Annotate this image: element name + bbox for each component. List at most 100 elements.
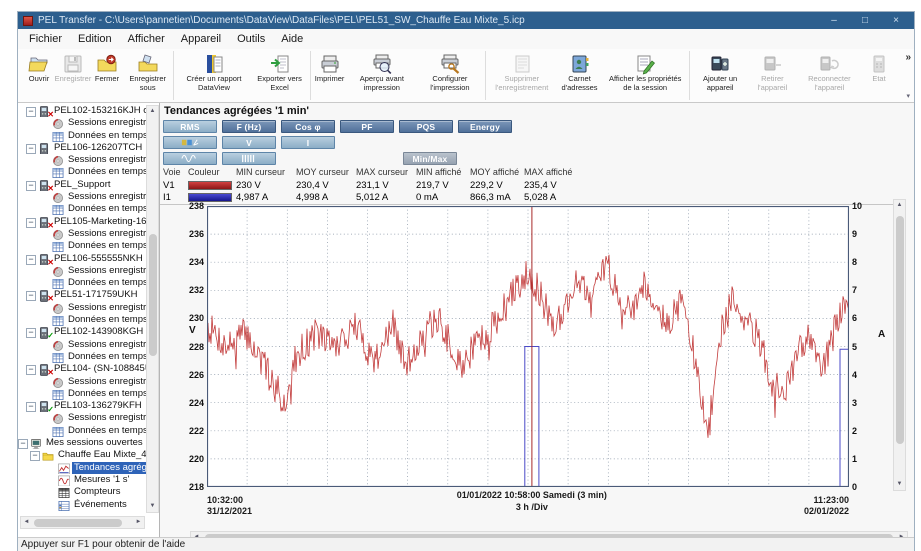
view-button-v[interactable]: V [222, 136, 276, 149]
toolbar-button-carnet-d-adresses[interactable]: Carnet d'adresses [556, 51, 603, 93]
toolbar-button-ouvrir[interactable]: Ouvrir [22, 51, 56, 85]
view-button-rms[interactable]: RMS [163, 120, 217, 133]
menu-outils[interactable]: Outils [229, 31, 273, 47]
tree-item-donn-es-en-temps-r-el[interactable]: Données en temps réel [18, 166, 146, 178]
minimize-button[interactable]: – [821, 12, 847, 29]
toolbar-button-imprimer[interactable]: Imprimer [313, 51, 347, 85]
view-button-waveform-btn[interactable] [163, 152, 217, 165]
view-button-energy[interactable]: Energy [458, 120, 512, 133]
view-button-f-hz[interactable]: F (Hz) [222, 120, 276, 133]
tree-item-tendances-agr-g-es-1-m[interactable]: Tendances agrégées '1 m [18, 462, 146, 474]
view-button-pf[interactable]: PF [340, 120, 394, 133]
scroll-right-arrow[interactable]: ► [133, 517, 144, 528]
expand-toggle-icon[interactable]: − [26, 291, 36, 301]
device-icon: ✓ [38, 400, 50, 412]
menu-afficher[interactable]: Afficher [120, 31, 173, 47]
view-button-cos[interactable]: Cos φ [281, 120, 335, 133]
tree-item-donn-es-en-temps-r-el[interactable]: Données en temps réel [18, 425, 146, 437]
tree-vscroll-thumb[interactable] [149, 234, 157, 356]
expand-toggle-icon[interactable]: − [26, 365, 36, 375]
tree-item-sessions-enregistr-es[interactable]: Sessions enregistrées [18, 339, 146, 351]
tree-item-compteurs[interactable]: Compteurs [18, 486, 146, 498]
tree-device-pel106-555555nkh[interactable]: −✕PEL106-555555NKH [18, 253, 146, 265]
menu-aide[interactable]: Aide [273, 31, 311, 47]
toolbar-overflow-chevron[interactable]: » [905, 52, 911, 63]
chart-vscroll-thumb[interactable] [896, 216, 904, 444]
view-button-pqs[interactable]: PQS [399, 120, 453, 133]
tree-item-sessions-enregistr-es[interactable]: Sessions enregistrées [18, 376, 146, 388]
tree-device-pel102-153216kjh-office[interactable]: −✕PEL102-153216KJH office [18, 105, 146, 117]
toolbar-button-configurer-l-impression[interactable]: Configurer l'impression [417, 51, 483, 93]
menu-edition[interactable]: Edition [70, 31, 120, 47]
scroll-up-arrow[interactable]: ▲ [894, 200, 905, 211]
view-button-min-max[interactable]: Min/Max [403, 152, 457, 165]
tree-device-pel102-143908kgh-normand[interactable]: −✓PEL102-143908KGH Normand [18, 326, 146, 338]
tree-item-v-nements[interactable]: Événements [18, 499, 146, 511]
tree-device-pel103-136279kfh[interactable]: −✓PEL103-136279KFH [18, 400, 146, 412]
table-cell: 4,987 A [236, 192, 268, 203]
close-button[interactable]: × [883, 12, 909, 29]
tree-hscroll-thumb[interactable] [34, 519, 122, 527]
tree-item-sessions-enregistr-es[interactable]: Sessions enregistrées [18, 117, 146, 129]
tree-item-sessions-enregistr-es[interactable]: Sessions enregistrées [18, 191, 146, 203]
tree-item-donn-es-en-temps-r-el[interactable]: Données en temps réel [18, 130, 146, 142]
table-cell: 219,7 V [416, 180, 449, 191]
trend-plot[interactable] [207, 206, 849, 487]
expand-toggle-icon[interactable]: − [26, 107, 36, 117]
tree-item-chauffe-eau-mixte-4[interactable]: −Chauffe Eau Mixte_4 [18, 449, 146, 461]
tree-device-pel104-sn-108845uah[interactable]: −✕PEL104- (SN-108845UAH) [18, 363, 146, 375]
toolbar-button-enregistrer-sous[interactable]: Enregistrer sous [124, 51, 171, 93]
scroll-up-arrow[interactable]: ▲ [147, 106, 158, 117]
tree-item-sessions-enregistr-es[interactable]: Sessions enregistrées [18, 412, 146, 424]
title-bar[interactable]: PEL Transfer - C:\Users\pannetien\Docume… [18, 12, 914, 29]
expand-toggle-icon[interactable]: − [26, 402, 36, 412]
toolbar-button-label: Imprimer [315, 75, 345, 84]
expand-toggle-icon[interactable]: − [26, 144, 36, 154]
expand-toggle-icon[interactable]: − [26, 328, 36, 338]
x-start-time: 10:32:00 [207, 495, 243, 505]
tree-device-pel105-marketing-160002ng[interactable]: −✕PEL105-Marketing-160002NG [18, 216, 146, 228]
toolbar-button-aper-u-avant-impression[interactable]: Aperçu avant impression [347, 51, 418, 93]
tree-item-donn-es-en-temps-r-el[interactable]: Données en temps réel [18, 277, 146, 289]
channel-color-swatch[interactable] [188, 181, 232, 190]
tree-item-sessions-enregistr-es[interactable]: Sessions enregistrées [18, 154, 146, 166]
expand-toggle-icon[interactable]: − [26, 218, 36, 228]
chart-vertical-scrollbar[interactable]: ▲ ▼ [893, 199, 906, 491]
maximize-button[interactable]: □ [852, 12, 878, 29]
tree-item-sessions-enregistr-es[interactable]: Sessions enregistrées [18, 302, 146, 314]
expand-toggle-icon[interactable]: − [26, 255, 36, 265]
tree-horizontal-scrollbar[interactable]: ◄ ► [20, 516, 145, 529]
tree-item-donn-es-en-temps-r-el[interactable]: Données en temps réel [18, 203, 146, 215]
expand-toggle-icon[interactable]: − [26, 181, 36, 191]
scroll-down-arrow[interactable]: ▼ [894, 479, 905, 490]
tree-item-mesures-1-s[interactable]: Mesures '1 s' [18, 474, 146, 486]
tree-item-label: Données en temps réel [66, 240, 146, 252]
tree-item-sessions-enregistr-es[interactable]: Sessions enregistrées [18, 265, 146, 277]
tree-device-pel-support[interactable]: −✕PEL_Support [18, 179, 146, 191]
tree-vertical-scrollbar[interactable]: ▲ ▼ [146, 105, 159, 513]
menu-fichier[interactable]: Fichier [21, 31, 70, 47]
tree-item-donn-es-en-temps-r-el[interactable]: Données en temps réel [18, 388, 146, 400]
tree-item-donn-es-en-temps-r-el[interactable]: Données en temps réel [18, 240, 146, 252]
scroll-down-arrow[interactable]: ▼ [147, 501, 158, 512]
toolbar-button-ajouter-un-appareil[interactable]: Ajouter un appareil [692, 51, 748, 93]
toolbar-more-arrow[interactable]: ▾ [906, 92, 910, 100]
tree-device-pel51-171759ukh[interactable]: −✕PEL51-171759UKH [18, 289, 146, 301]
view-button-phasor[interactable] [163, 136, 217, 149]
tree-item-sessions-enregistr-es[interactable]: Sessions enregistrées [18, 228, 146, 240]
tree-item-donn-es-en-temps-r-el[interactable]: Données en temps réel [18, 351, 146, 363]
tree-device-pel106-126207tch[interactable]: −PEL106-126207TCH [18, 142, 146, 154]
tree-item-mes-sessions-ouvertes[interactable]: −Mes sessions ouvertes [18, 437, 146, 449]
toolbar-button-fermer[interactable]: Fermer [90, 51, 124, 85]
view-button-i[interactable]: I [281, 136, 335, 149]
toolbar-button-afficher-les-propri-t-s-de-la-session[interactable]: Afficher les propriétés de la session [603, 51, 687, 93]
expand-toggle-icon[interactable]: − [30, 451, 40, 461]
toolbar-button-cr-er-un-rapport-dataview[interactable]: Créer un rapport DataView [176, 51, 251, 93]
scroll-left-arrow[interactable]: ◄ [21, 517, 32, 528]
toolbar-button-exporter-vers-excel[interactable]: Exporter vers Excel [252, 51, 308, 93]
view-button-bars[interactable] [222, 152, 276, 165]
tree-item-donn-es-en-temps-r-el[interactable]: Données en temps réel [18, 314, 146, 326]
expand-toggle-icon[interactable]: − [18, 439, 28, 449]
left-axis-tick: 232 [178, 285, 204, 295]
menu-appareil[interactable]: Appareil [173, 31, 229, 47]
